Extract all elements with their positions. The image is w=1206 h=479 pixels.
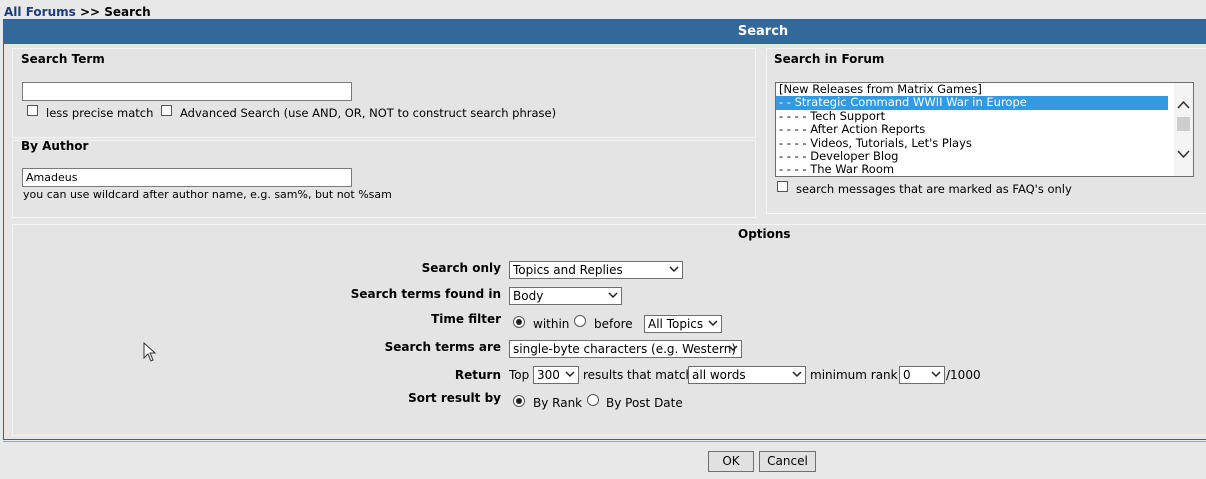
breadcrumb: All Forums >> Search [4, 5, 151, 19]
before-label: before [594, 317, 633, 331]
breadcrumb-current: Search [104, 5, 151, 19]
match-mode-value: all words [692, 368, 746, 382]
advanced-search-label: Advanced Search (use AND, OR, NOT to con… [180, 106, 557, 120]
author-input[interactable] [22, 168, 352, 187]
found-in-label: Search terms found in [350, 287, 501, 301]
return-label: Return [454, 368, 501, 382]
scroll-thumb[interactable] [1177, 117, 1190, 131]
within-label: within [533, 317, 570, 331]
found-in-select[interactable]: Body [509, 287, 622, 305]
forum-list-scrollbar[interactable] [1174, 83, 1193, 176]
chevron-down-icon [708, 320, 718, 327]
forum-list-item[interactable]: [New Releases from Matrix Games] [776, 83, 1168, 96]
less-precise-checkbox[interactable] [27, 105, 38, 116]
scroll-down-icon[interactable] [1177, 149, 1190, 159]
search-only-value: Topics and Replies [513, 263, 623, 277]
forum-listbox[interactable]: [New Releases from Matrix Games] - - Stra… [775, 82, 1194, 177]
ok-button[interactable]: OK [708, 451, 754, 472]
time-filter-select[interactable]: All Topics [644, 315, 722, 333]
breadcrumb-all-forums-link[interactable]: All Forums [4, 5, 76, 19]
forum-list: [New Releases from Matrix Games] - - Stra… [776, 83, 1193, 176]
before-radio[interactable] [574, 315, 586, 327]
search-only-select[interactable]: Topics and Replies [509, 261, 683, 279]
faq-only-checkbox[interactable] [777, 181, 788, 192]
terms-are-select[interactable]: single-byte characters (e.g. Western) [509, 340, 742, 358]
faq-only-label: search messages that are marked as FAQ's… [796, 182, 1072, 196]
terms-are-label: Search terms are [384, 340, 501, 354]
options-heading: Options [738, 227, 791, 241]
sort-label: Sort result by [408, 391, 501, 405]
author-help-text: you can use wildcard after author name, … [23, 188, 392, 201]
panel-title: Search [4, 20, 1206, 44]
mouse-pointer-icon [143, 342, 157, 362]
chevron-down-icon [565, 371, 575, 378]
time-filter-label: Time filter [431, 312, 501, 326]
scroll-up-icon[interactable] [1177, 100, 1190, 110]
sort-by-rank-radio[interactable] [513, 395, 525, 407]
author-heading: By Author [21, 139, 89, 153]
breadcrumb-separator: >> [79, 5, 101, 19]
terms-are-value: single-byte characters (e.g. Western) [513, 342, 737, 356]
min-rank-select[interactable]: 0 [899, 366, 945, 384]
divider [3, 441, 1206, 442]
time-filter-value: All Topics [648, 317, 704, 331]
sort-by-date-radio[interactable] [587, 394, 599, 406]
forum-list-item[interactable]: - - - - Developer Blog [776, 149, 1168, 163]
chevron-down-icon [792, 371, 802, 378]
search-term-input[interactable] [22, 82, 352, 101]
forum-list-item[interactable]: - - - - Tech Support [776, 109, 1168, 123]
less-precise-label: less precise match [46, 106, 154, 120]
min-rank-value: 0 [903, 368, 911, 382]
chevron-down-icon [931, 371, 941, 378]
forum-list-item[interactable]: - - - - Videos, Tutorials, Let's Plays [776, 136, 1168, 150]
cancel-button[interactable]: Cancel [759, 451, 816, 472]
results-match-text: results that match [583, 368, 694, 382]
chevron-down-icon [669, 266, 679, 273]
match-mode-select[interactable]: all words [688, 366, 806, 384]
return-count-select[interactable]: 300 [533, 366, 579, 384]
return-count-value: 300 [537, 368, 560, 382]
search-only-label: Search only [421, 261, 501, 275]
sort-by-rank-label: By Rank [533, 396, 583, 410]
return-top-text: Top [509, 368, 530, 382]
search-term-heading: Search Term [21, 52, 105, 66]
forum-list-item[interactable]: - - Strategic Command WWII War in Europe [776, 95, 1168, 110]
chevron-down-icon [608, 292, 618, 299]
rank-suffix-text: /1000 [946, 368, 981, 382]
forum-list-item[interactable]: - - - - After Action Reports [776, 122, 1168, 136]
forum-heading: Search in Forum [774, 52, 885, 66]
sort-by-date-label: By Post Date [606, 396, 683, 410]
within-radio[interactable] [513, 316, 525, 328]
forum-list-item[interactable]: - - - - The War Room [776, 162, 1168, 176]
found-in-value: Body [513, 289, 544, 303]
min-rank-text: minimum rank: [810, 368, 902, 382]
advanced-search-checkbox[interactable] [161, 105, 172, 116]
chevron-down-icon [728, 345, 738, 352]
